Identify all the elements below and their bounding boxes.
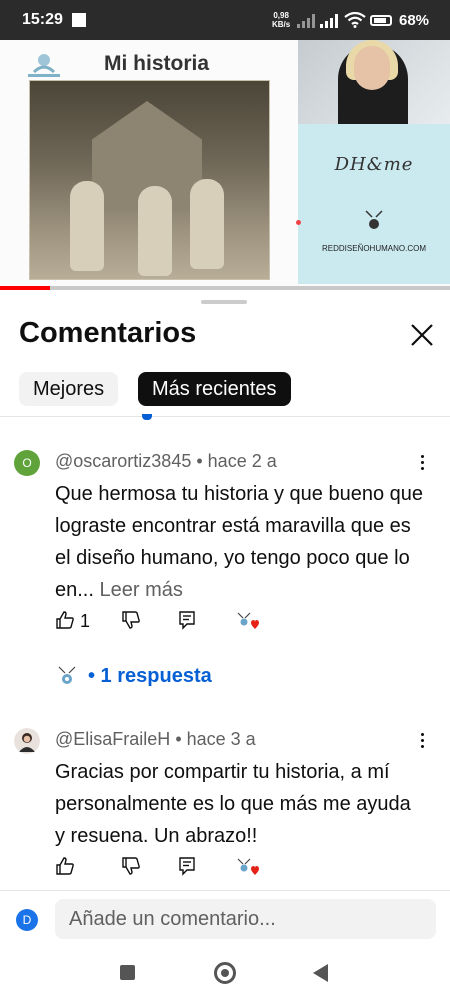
signal-icon [320,14,338,28]
comment-author[interactable]: @ElisaFraileH [55,729,170,749]
more-options-icon[interactable] [414,452,430,472]
creator-heart-icon [237,612,259,629]
battery-icon [370,15,392,26]
reply-icon[interactable] [177,610,197,630]
more-options-icon[interactable] [414,730,430,750]
network-speed: 0,98 KB/s [272,11,290,29]
comment-time: hace 3 a [186,729,256,749]
comment-text: Gracias por compartir tu historia, a mí … [55,756,425,852]
presenter-camera [298,40,450,124]
creator-avatar-icon [58,666,76,684]
creator-heart-icon [237,858,259,875]
comment-composer: D Añade un comentario... [0,890,450,947]
video-title-overlay: Mi historia [104,52,210,75]
comment-input[interactable]: Añade un comentario... [55,899,436,939]
channel-logo-icon [28,54,60,77]
network-speed-unit: KB/s [272,20,291,29]
comment-author[interactable]: @oscarortiz3845 [55,451,191,471]
family-photo [29,80,270,280]
child-figure [70,181,104,271]
wifi-icon [344,12,366,28]
dislike-icon[interactable] [121,856,141,876]
child-figure [138,186,172,276]
dislike-icon[interactable] [121,610,141,630]
like-icon[interactable] [55,856,75,876]
notification-square-icon [72,13,86,27]
brand-text: DH&me [334,154,414,175]
system-nav-bar [0,946,450,1000]
like-icon[interactable] [55,610,75,630]
meta-separator: • [175,729,187,749]
comments-sheet: Comentarios Mejores Más recientes O @osc… [0,290,450,935]
recording-dot [296,220,301,225]
status-bar: 15:29 0,98 KB/s 68% [0,0,450,40]
drag-handle[interactable] [201,300,247,304]
like-count: 1 [80,611,91,631]
comment-meta: @oscarortiz3845 • hace 2 a [55,451,277,472]
presenter-face [354,46,390,90]
brand-site: REDDISEÑOHUMANO.COM [321,244,426,253]
meta-separator: • [196,451,208,471]
filter-chip-top[interactable]: Mejores [19,372,119,406]
filter-chip-newest[interactable]: Más recientes [138,372,291,406]
video-player[interactable]: Mi historia DH&me REDDISEÑOHUMANO.COM [0,40,450,290]
back-icon[interactable] [313,964,328,982]
battery-level: 68% [399,12,430,29]
brand-panel: DH&me REDDISEÑOHUMANO.COM [298,124,450,284]
scrolled-content-edge [142,414,152,420]
recents-icon[interactable] [120,965,135,980]
read-more-link[interactable]: Leer más [99,579,182,601]
divider [0,416,450,417]
user-avatar[interactable]: D [16,909,38,931]
sheet-title: Comentarios [19,317,197,349]
comment-text: Que hermosa tu historia y que bueno que … [55,478,425,606]
avatar[interactable] [14,728,40,754]
network-speed-value: 0,98 [273,11,289,20]
close-icon[interactable] [405,318,439,352]
clock: 15:29 [22,11,63,28]
comment-meta: @ElisaFraileH • hace 3 a [55,729,256,750]
comment-body: Gracias por compartir tu historia, a mí … [55,761,411,847]
reply-icon[interactable] [177,856,197,876]
replies-link[interactable]: • 1 respuesta [88,665,212,688]
comment-time: hace 2 a [207,451,277,471]
child-figure [190,179,224,269]
avatar[interactable]: O [14,450,40,476]
home-icon[interactable] [214,962,236,984]
brand-logo-icon [365,210,383,229]
signal-icon [297,14,315,28]
